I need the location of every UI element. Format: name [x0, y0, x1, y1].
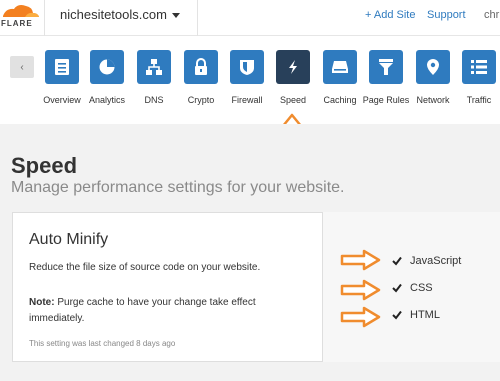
user-menu[interactable]: chr — [484, 9, 499, 21]
javascript-option[interactable]: JavaScript — [392, 255, 461, 267]
checkmark-icon[interactable] — [392, 256, 402, 266]
add-site-link[interactable]: + Add Site — [365, 9, 415, 21]
site-name: nichesitetools.com — [60, 7, 167, 22]
option-label: HTML — [410, 309, 440, 321]
nav-label: Traffic — [466, 95, 492, 105]
header-divider — [197, 0, 198, 36]
css-option[interactable]: CSS — [392, 282, 433, 294]
note-text: Purge cache to have your change take eff… — [29, 297, 256, 324]
chevron-down-icon — [171, 12, 180, 18]
list-icon — [462, 50, 496, 84]
html-option[interactable]: HTML — [392, 309, 440, 321]
card-note: Note: Purge cache to have your change ta… — [29, 295, 309, 327]
checkmark-icon[interactable] — [392, 310, 402, 320]
logo-text: FLARE — [1, 19, 33, 28]
annotation-right-arrow — [340, 306, 381, 328]
card-title: Auto Minify — [29, 231, 109, 248]
lightning-icon — [276, 50, 310, 84]
drive-icon — [323, 50, 357, 84]
shield-icon — [230, 50, 264, 84]
overview-icon — [45, 50, 79, 84]
annotation-right-arrow — [340, 249, 381, 271]
checkmark-icon[interactable] — [392, 283, 402, 293]
card-description: Reduce the file size of source code on y… — [29, 262, 261, 273]
location-icon — [416, 50, 450, 84]
page-title: Speed — [11, 153, 78, 178]
dns-icon — [137, 50, 171, 84]
annotation-right-arrow — [340, 279, 381, 301]
nav-scroll-left-button[interactable]: ‹ — [10, 56, 34, 78]
top-header: FLARE nichesitetools.com + Add Site Supp… — [0, 0, 500, 36]
support-link[interactable]: Support — [427, 9, 466, 21]
chevron-left-icon: ‹ — [20, 61, 24, 73]
nav-item-traffic[interactable]: Traffic — [454, 50, 500, 110]
option-label: CSS — [410, 282, 433, 294]
option-label: JavaScript — [410, 255, 462, 267]
analytics-icon — [90, 50, 124, 84]
header-divider — [44, 0, 45, 36]
cloudflare-logo[interactable]: FLARE — [0, 0, 46, 36]
filter-icon — [369, 50, 403, 84]
note-label: Note: — [29, 297, 55, 308]
lock-icon — [184, 50, 218, 84]
page-subtitle: Manage performance settings for your web… — [11, 179, 345, 196]
last-changed-text: This setting was last changed 8 days ago — [29, 339, 176, 348]
site-selector[interactable]: nichesitetools.com — [60, 7, 180, 22]
